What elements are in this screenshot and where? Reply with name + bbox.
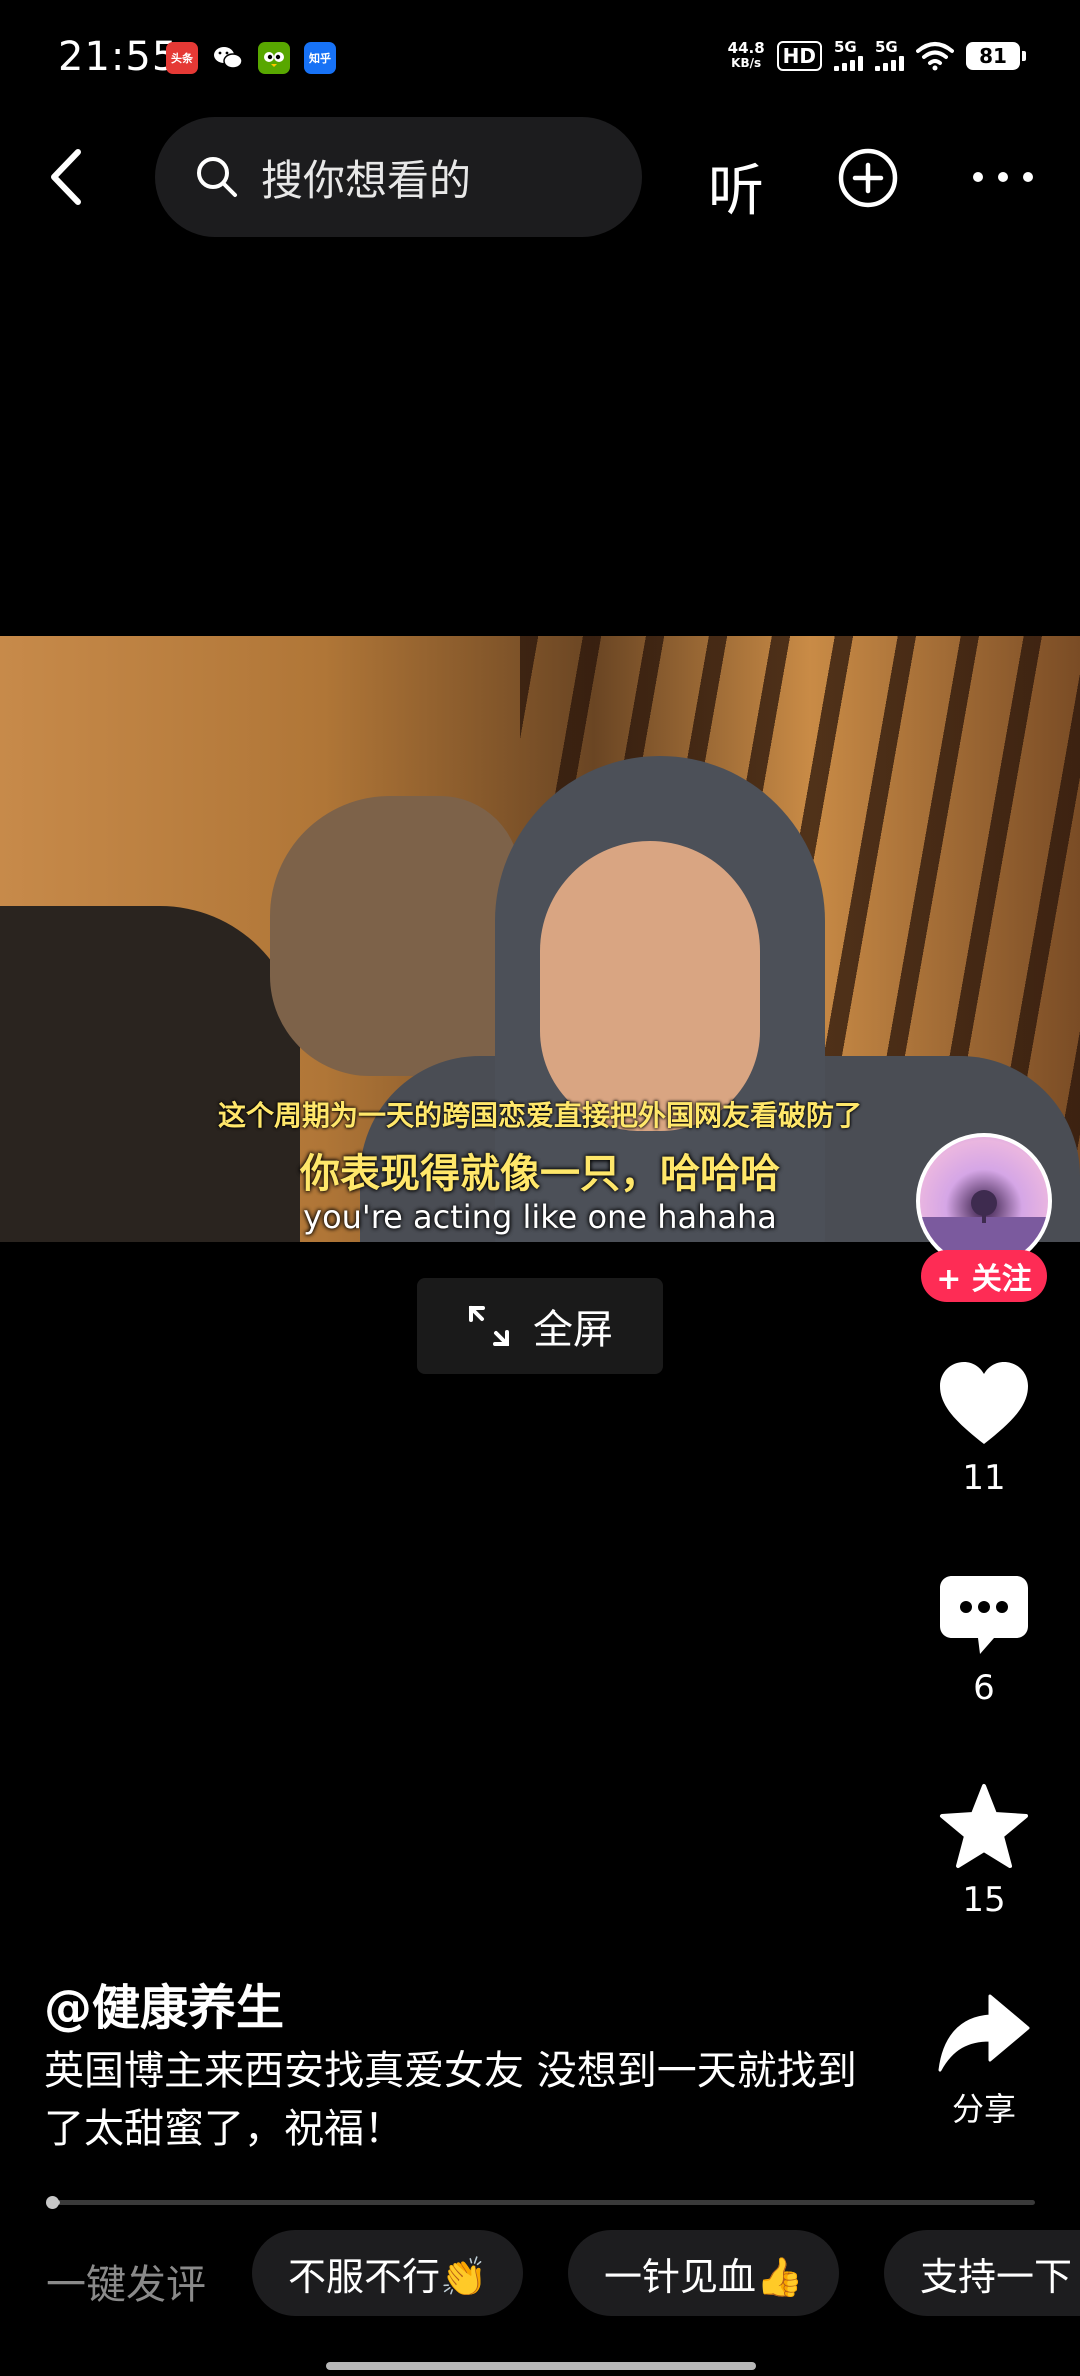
video-scene-face: [540, 841, 760, 1131]
favorite-action[interactable]: 15: [920, 1782, 1048, 1920]
share-icon: [938, 1994, 1030, 2072]
add-button[interactable]: [836, 146, 900, 210]
expand-icon: [469, 1306, 509, 1346]
share-label: 分享: [951, 2090, 1016, 2128]
quick-comment-chip[interactable]: 一针见血👍: [568, 2230, 840, 2316]
top-nav: 搜你想看的 听: [0, 110, 1080, 240]
video-subtitle-top: 这个周期为一天的跨国恋爱直接把外国网友看破防了: [217, 1099, 862, 1132]
network-speed-value: 44.8: [727, 38, 765, 57]
hd-voice-icon: HD: [776, 40, 822, 71]
follow-button[interactable]: + 关注: [921, 1250, 1047, 1302]
quick-comment-chip[interactable]: 支持一下: [884, 2230, 1080, 2316]
search-input[interactable]: 搜你想看的: [155, 117, 642, 237]
heart-icon: [940, 1362, 1028, 1444]
author-avatar[interactable]: [916, 1133, 1052, 1269]
network-speed-unit: KB/s: [731, 55, 762, 70]
notification-icons: 头条 知乎: [166, 42, 336, 74]
fullscreen-button[interactable]: 全屏: [417, 1278, 663, 1374]
search-icon: [197, 157, 237, 197]
wifi-icon: [916, 41, 954, 70]
sim2-label: 5G: [875, 38, 898, 56]
back-button[interactable]: [38, 142, 98, 212]
sim1-signal-icon: 5G: [834, 40, 863, 71]
more-dots-icon: [973, 172, 1033, 182]
battery-icon: 81: [966, 41, 1026, 70]
quick-comment-chip[interactable]: 不服不行👏: [252, 2230, 524, 2316]
post-description: 英国博主来西安找真爱女友 没想到一天就找到了太甜蜜了，祝福！: [44, 2048, 857, 2152]
star-icon: [940, 1784, 1028, 1868]
wechat-icon: [212, 42, 244, 74]
video-progress-bar[interactable]: [50, 2200, 1035, 2205]
fullscreen-label: 全屏: [533, 1307, 613, 1353]
home-indicator[interactable]: [326, 2362, 756, 2370]
network-speed: 44.8 KB/s: [727, 38, 765, 71]
plus-circle-icon: [838, 148, 898, 208]
chevron-left-icon: [51, 149, 81, 205]
favorite-count: 15: [962, 1880, 1006, 1920]
tree-image: [920, 1190, 1048, 1265]
video-scene-person-left: [270, 796, 520, 1076]
listen-button[interactable]: 听: [708, 146, 764, 227]
share-action[interactable]: 分享: [920, 1992, 1048, 2130]
sim2-signal-icon: 5G: [875, 40, 904, 71]
status-bar: 21:55 头条 知乎 44.8 KB/s HD 5G 5G 81: [0, 0, 1080, 110]
quick-comment-label: 一键发评: [46, 2262, 206, 2308]
like-count: 11: [962, 1458, 1006, 1498]
duolingo-icon: [258, 42, 290, 74]
comment-icon: [940, 1576, 1028, 1654]
toutiao-icon: 头条: [166, 42, 198, 74]
sim1-label: 5G: [834, 38, 857, 56]
video-player[interactable]: 这个周期为一天的跨国恋爱直接把外国网友看破防了 你表现得就像一只，哈哈哈 you…: [0, 636, 1080, 1242]
zhihu-icon: 知乎: [304, 42, 336, 74]
video-progress-handle[interactable]: [46, 2196, 59, 2209]
status-time: 21:55: [58, 34, 179, 80]
search-placeholder: 搜你想看的: [261, 155, 472, 205]
comment-count: 6: [973, 1668, 995, 1708]
more-button[interactable]: [968, 162, 1038, 192]
like-action[interactable]: 11: [920, 1360, 1048, 1498]
system-indicators: 44.8 KB/s HD 5G 5G 81: [727, 38, 1026, 71]
author-name[interactable]: @健康养生: [44, 1968, 284, 2038]
comment-action[interactable]: 6: [920, 1574, 1048, 1708]
